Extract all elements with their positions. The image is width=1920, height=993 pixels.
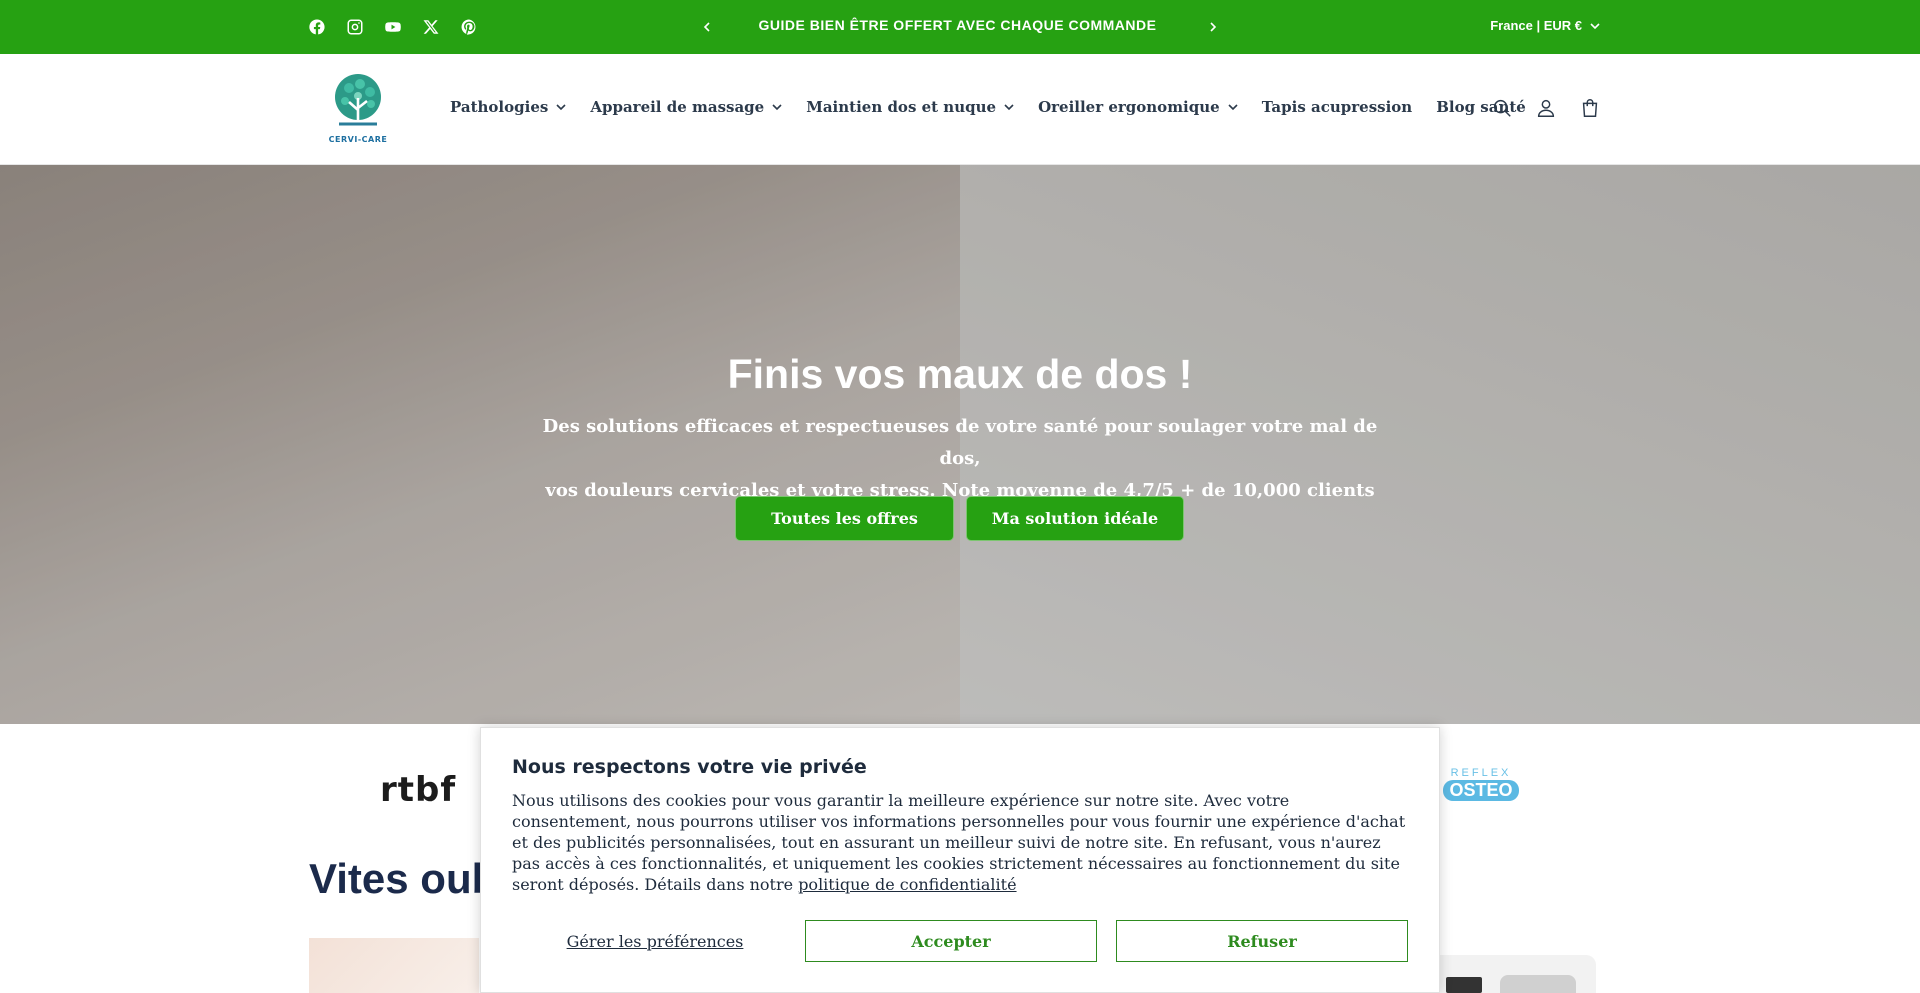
press-logo-reflex-text: REFLEX (1450, 767, 1512, 779)
tree-logo-icon (335, 74, 381, 126)
cookie-text: Nous utilisons des cookies pour vous gar… (512, 790, 1412, 895)
locale-label: France | EUR € (1490, 18, 1582, 33)
press-logo-reflex-osteo: REFLEX OSTEO (1441, 767, 1521, 801)
nav-label: Oreiller ergonomique (1038, 98, 1220, 116)
nav-label: Maintien dos et nuque (806, 98, 997, 116)
device-screen (1446, 977, 1482, 993)
chevron-down-icon (1590, 22, 1600, 29)
press-logo-osteo-text: OSTEO (1443, 780, 1519, 801)
accept-cookies-button[interactable]: Accepter (805, 920, 1097, 962)
product-card-image[interactable] (309, 938, 479, 993)
all-offers-button[interactable]: Toutes les offres (735, 496, 954, 541)
logo-text: CERVI-CARE (328, 135, 388, 144)
hero-banner: Finis vos maux de dos ! Des solutions ef… (0, 165, 1920, 724)
hero-subtitle-line: Des solutions efficaces et respectueuses… (542, 416, 1378, 469)
pinterest-icon[interactable] (459, 17, 479, 37)
main-nav: Pathologies Appareil de massage Maintien… (450, 98, 1526, 116)
announcement-next-button[interactable] (1203, 17, 1223, 37)
chevron-down-icon (1228, 103, 1238, 110)
locale-selector[interactable]: France | EUR € (1490, 18, 1600, 33)
manage-preferences-button[interactable]: Gérer les préférences (512, 920, 798, 962)
product-card-image[interactable] (1420, 955, 1596, 993)
nav-item-tapis-acupression[interactable]: Tapis acupression (1262, 98, 1413, 116)
social-links (307, 17, 479, 37)
chevron-down-icon (556, 103, 566, 110)
chevron-down-icon (1004, 103, 1014, 110)
cart-icon[interactable] (1578, 96, 1602, 120)
nav-label: Appareil de massage (590, 98, 765, 116)
hero-subtitle-line: vos douleurs cervicales et votre stress.… (545, 480, 1375, 501)
header-actions (1490, 96, 1602, 120)
press-logo-rtbf: rtbf (380, 770, 457, 810)
cookie-title: Nous respectons votre vie privée (512, 756, 867, 778)
youtube-icon[interactable] (383, 17, 403, 37)
account-icon[interactable] (1534, 96, 1558, 120)
x-icon[interactable] (421, 17, 441, 37)
site-header: CERVI-CARE Pathologies Appareil de massa… (0, 54, 1920, 165)
announcement-text: GUIDE BIEN ÊTRE OFFERT AVEC CHAQUE COMMA… (758, 17, 1157, 33)
nav-item-maintien-dos-nuque[interactable]: Maintien dos et nuque (806, 98, 1014, 116)
cookie-consent-panel: Nous respectons votre vie privée Nous ut… (480, 727, 1440, 993)
nav-item-oreiller-ergonomique[interactable]: Oreiller ergonomique (1038, 98, 1238, 116)
privacy-policy-link[interactable]: politique de confidentialité (798, 875, 1016, 894)
nav-label: Tapis acupression (1261, 98, 1413, 116)
device-body (1500, 975, 1576, 993)
section-title: Vites oub (309, 855, 498, 902)
announcement-prev-button[interactable] (697, 17, 717, 37)
instagram-icon[interactable] (345, 17, 365, 37)
hero-title: Finis vos maux de dos ! (727, 351, 1193, 397)
facebook-icon[interactable] (307, 17, 327, 37)
ideal-solution-button[interactable]: Ma solution idéale (966, 496, 1184, 541)
search-icon[interactable] (1490, 96, 1514, 120)
nav-item-pathologies[interactable]: Pathologies (450, 98, 566, 116)
chevron-down-icon (772, 103, 782, 110)
nav-item-appareil-massage[interactable]: Appareil de massage (590, 98, 782, 116)
refuse-cookies-button[interactable]: Refuser (1116, 920, 1408, 962)
hero-subtitle: Des solutions efficaces et respectueuses… (530, 411, 1390, 507)
brand-logo[interactable]: CERVI-CARE (325, 72, 391, 144)
nav-label: Pathologies (450, 98, 549, 116)
announcement-bar: GUIDE BIEN ÊTRE OFFERT AVEC CHAQUE COMMA… (0, 0, 1920, 54)
